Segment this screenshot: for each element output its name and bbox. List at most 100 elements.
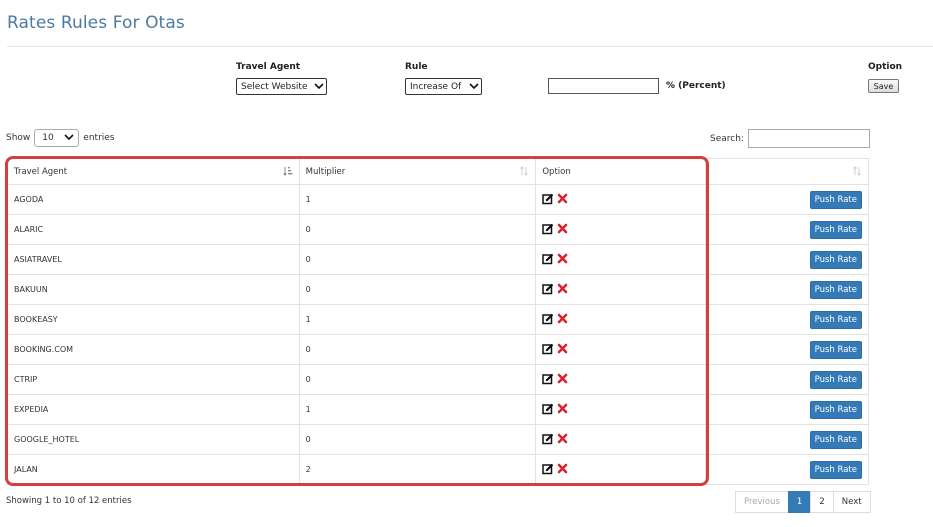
rates-rules-table: Travel Agent Multiplier Option AGODA 1 P… (7, 158, 869, 485)
pagination: Previous 1 2 Next (735, 491, 871, 513)
multiplier-cell: 0 (298, 244, 537, 275)
table-header-row: Travel Agent Multiplier Option (7, 158, 869, 185)
option-cell (535, 454, 707, 485)
entries-length-control: Show 10 entries (6, 129, 115, 147)
travel-agent-cell: AGODA (7, 184, 300, 215)
option-cell (535, 304, 707, 335)
table-row: AGODA 1 Push Rate (7, 184, 869, 215)
edit-icon[interactable] (542, 433, 554, 447)
table-row: BOOKING.COM 0 Push Rate (7, 334, 869, 365)
delete-icon[interactable] (557, 463, 568, 476)
table-row: GOOGLE_HOTEL 0 Push Rate (7, 424, 869, 455)
push-rate-button[interactable]: Push Rate (809, 220, 862, 239)
option-cell (535, 424, 707, 455)
edit-icon[interactable] (542, 223, 554, 237)
push-rate-button[interactable]: Push Rate (809, 280, 862, 299)
next-page-button[interactable]: Next (832, 491, 871, 513)
push-cell: Push Rate (705, 394, 869, 425)
push-cell: Push Rate (705, 304, 869, 335)
push-rate-button[interactable]: Push Rate (809, 190, 862, 209)
push-rate-button[interactable]: Push Rate (809, 400, 862, 419)
travel-agent-label: Travel Agent (236, 62, 301, 72)
column-header-label: Multiplier (305, 166, 346, 177)
option-cell (535, 334, 707, 365)
push-cell: Push Rate (705, 424, 869, 455)
sort-ascending-icon (282, 166, 293, 179)
rule-label: Rule (405, 62, 428, 72)
page-title: Rates Rules For Otas (7, 13, 185, 33)
edit-icon[interactable] (542, 463, 554, 477)
page-2-button[interactable]: 2 (810, 491, 834, 513)
percent-label: % (Percent) (666, 81, 726, 91)
table-search: Search: (710, 129, 870, 148)
column-header-option: Option (535, 158, 707, 185)
rule-select-value: Increase Of (410, 81, 462, 92)
option-cell (535, 364, 707, 395)
entries-length-select[interactable]: 10 (34, 129, 80, 147)
edit-icon[interactable] (542, 403, 554, 417)
push-cell: Push Rate (705, 454, 869, 485)
travel-agent-cell: ASIATRAVEL (7, 244, 300, 275)
sort-icon (519, 166, 529, 179)
column-header-multiplier[interactable]: Multiplier (298, 158, 537, 185)
push-rate-button[interactable]: Push Rate (809, 340, 862, 359)
travel-agent-cell: EXPEDIA (7, 394, 300, 425)
multiplier-cell: 0 (298, 364, 537, 395)
chevron-down-icon (312, 82, 326, 92)
column-header-travel-agent[interactable]: Travel Agent (7, 158, 300, 185)
multiplier-cell: 0 (298, 334, 537, 365)
option-cell (535, 184, 707, 215)
travel-agent-select[interactable]: Select Website (236, 78, 327, 95)
option-cell (535, 244, 707, 275)
option-label: Option (868, 62, 903, 72)
multiplier-cell: 0 (298, 424, 537, 455)
table-row: ASIATRAVEL 0 Push Rate (7, 244, 869, 275)
page-1-button[interactable]: 1 (787, 491, 812, 513)
push-rate-button[interactable]: Push Rate (809, 370, 862, 389)
delete-icon[interactable] (557, 223, 568, 236)
push-rate-button[interactable]: Push Rate (809, 250, 862, 269)
push-cell: Push Rate (705, 274, 869, 305)
push-cell: Push Rate (705, 334, 869, 365)
sort-icon (852, 166, 862, 179)
delete-icon[interactable] (557, 373, 568, 386)
option-cell (535, 214, 707, 245)
travel-agent-cell: BOOKING.COM (7, 334, 300, 365)
entries-length-value: 10 (42, 133, 54, 143)
push-rate-button[interactable]: Push Rate (809, 460, 862, 479)
delete-icon[interactable] (557, 343, 568, 356)
travel-agent-select-value: Select Website (241, 81, 308, 92)
search-input[interactable] (747, 129, 870, 148)
delete-icon[interactable] (557, 253, 568, 266)
option-cell (535, 274, 707, 305)
column-header-push[interactable] (705, 158, 869, 185)
column-header-label: Travel Agent (14, 166, 68, 177)
title-divider (7, 46, 933, 47)
push-rate-button[interactable]: Push Rate (809, 430, 862, 449)
travel-agent-cell: BOOKEASY (7, 304, 300, 335)
amount-input[interactable] (548, 78, 659, 94)
entries-label: entries (83, 133, 115, 143)
delete-icon[interactable] (557, 313, 568, 326)
push-rate-button[interactable]: Push Rate (809, 310, 862, 329)
table-row: JALAN 2 Push Rate (7, 454, 869, 485)
delete-icon[interactable] (557, 283, 568, 296)
save-button[interactable]: Save (868, 79, 899, 93)
travel-agent-cell: ALARIC (7, 214, 300, 245)
table-row: CTRIP 0 Push Rate (7, 364, 869, 395)
delete-icon[interactable] (557, 193, 568, 206)
push-cell: Push Rate (705, 184, 869, 215)
edit-icon[interactable] (542, 373, 554, 387)
edit-icon[interactable] (542, 193, 554, 207)
previous-page-button[interactable]: Previous (735, 491, 789, 513)
edit-icon[interactable] (542, 343, 554, 357)
table-row: BAKUUN 0 Push Rate (7, 274, 869, 305)
search-label: Search: (710, 133, 744, 144)
edit-icon[interactable] (542, 313, 554, 327)
rule-select[interactable]: Increase Of (405, 78, 482, 95)
delete-icon[interactable] (557, 403, 568, 416)
delete-icon[interactable] (557, 433, 568, 446)
edit-icon[interactable] (542, 283, 554, 297)
show-label: Show (6, 133, 31, 143)
edit-icon[interactable] (542, 253, 554, 267)
